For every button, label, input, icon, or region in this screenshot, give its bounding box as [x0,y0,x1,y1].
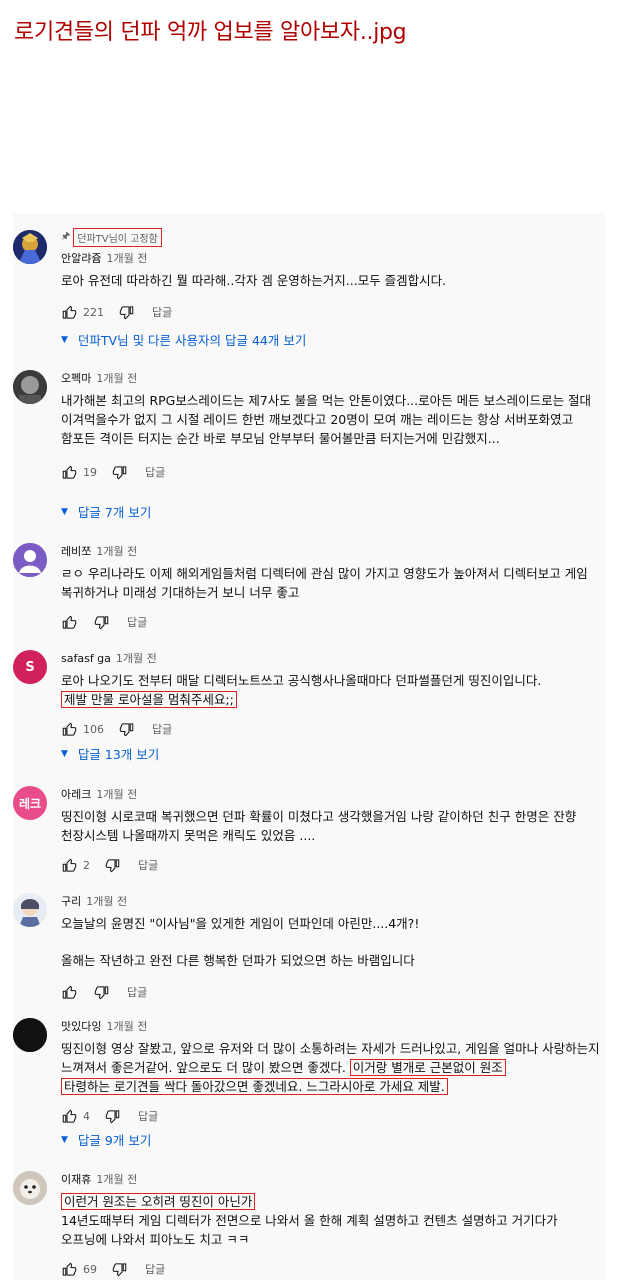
like-count: 4 [83,1109,90,1123]
like-count: 106 [83,722,104,736]
like-icon[interactable] [61,464,77,480]
view-replies-button[interactable]: ▼ 답글 7개 보기 [61,502,151,521]
comment-text: 오늘날의 윤명진 "이사님"을 있게한 게임이 던파인데 아린만....4개?! [61,916,420,931]
avatar[interactable] [13,893,47,927]
like-icon[interactable] [61,614,77,630]
chevron-down-icon: ▼ [61,334,68,345]
comment-text: ㄹㅇ 우리나라도 이제 해외게임들처럼 디렉터에 관심 많이 가지고 영향도가 … [61,566,588,600]
avatar[interactable]: 레크 [13,786,47,820]
like-icon[interactable] [61,857,77,873]
highlighted-text: 이거랑 별개로 근본없이 원조 [349,1059,506,1076]
comment-author[interactable]: 구리 [61,893,81,909]
highlighted-text: 이런거 원조는 오히려 띵진이 아닌가 [61,1193,256,1210]
chevron-down-icon: ▼ [61,1134,68,1145]
view-replies-label: 답글 7개 보기 [77,505,152,520]
dislike-icon[interactable] [93,984,109,1000]
comment-author[interactable]: 맛있다잉 [61,1018,101,1034]
pinned-label: 던파TV님이 고정함 [73,227,162,247]
view-replies-button[interactable]: ▼ 답글 9개 보기 [61,1130,151,1149]
pin-icon: 🖈 [61,230,71,242]
like-icon[interactable] [61,721,77,737]
reply-button[interactable]: 답글 [138,857,158,873]
dislike-icon[interactable] [118,304,134,320]
view-replies-label: 답글 9개 보기 [77,1133,152,1148]
like-count: 2 [83,858,90,872]
comment-time[interactable]: 1개월 전 [96,543,137,559]
avatar[interactable] [13,543,47,577]
reply-button[interactable]: 답글 [152,721,172,737]
comment-time[interactable]: 1개월 전 [106,250,147,266]
highlighted-text: 제발 만물 로아설을 멈춰주세요;; [61,691,237,708]
comment-text: 띵진이형 영상 잘봤고, 앞으로 유저와 더 많이 소통하려는 자세가 드러나있… [61,1041,600,1076]
avatar[interactable] [13,230,47,264]
comment-author[interactable]: 레비쪼 [61,543,91,559]
reply-button[interactable]: 답글 [138,1108,158,1124]
avatar[interactable] [13,370,47,404]
like-icon[interactable] [61,1108,77,1124]
reply-button[interactable]: 답글 [152,304,172,320]
avatar[interactable] [13,1018,47,1052]
like-icon[interactable] [61,984,77,1000]
comment-time[interactable]: 1개월 전 [96,786,137,802]
comments-panel: 🖈 던파TV님이 고정함 안알랴쥼 1개월 전 로아 유전데 따라하긴 뭘 따라… [13,213,606,1280]
comment-author[interactable]: 안알랴쥼 [61,250,101,266]
reply-button[interactable]: 답글 [145,1261,165,1277]
view-replies-label: 던파TV님 및 다른 사용자의 답글 44개 보기 [77,333,307,348]
avatar-letter: S [25,659,35,675]
view-replies-button[interactable]: ▼ 답글 13개 보기 [61,744,159,763]
comment-text: 띵진이형 시로코때 복귀했으면 던파 확률이 미쳤다고 생각했을거임 나랑 같이… [61,809,577,843]
comment-author[interactable]: 아레크 [61,786,91,802]
comment-text: 로아 나오기도 전부터 매달 디렉터노트쓰고 공식행사나올때마다 던파썰플던게 … [61,673,542,688]
comment-author[interactable]: safasf ga [61,652,111,665]
avatar-letter: 레크 [18,796,42,811]
dislike-icon[interactable] [118,721,134,737]
avatar[interactable] [13,1171,47,1205]
reply-button[interactable]: 답글 [127,984,147,1000]
post-title: 로기견들의 던파 억까 업보를 알아보자..jpg [14,20,407,45]
dislike-icon[interactable] [104,857,120,873]
dislike-icon[interactable] [104,1108,120,1124]
comment-time[interactable]: 1개월 전 [86,893,127,909]
dislike-icon[interactable] [111,464,127,480]
comment-time[interactable]: 1개월 전 [96,370,137,386]
comment-text: 14년도때부터 게임 디렉터가 전면으로 나와서 올 한해 계획 설명하고 컨텐… [61,1213,558,1247]
like-icon[interactable] [61,304,77,320]
like-icon[interactable] [61,1261,77,1277]
like-count: 69 [83,1262,97,1276]
highlighted-text-2: 타령하는 로기견들 싹다 돌아갔으면 좋겠네요. 느그라시아로 가세요 제발. [61,1078,448,1095]
like-count: 19 [83,465,97,479]
view-replies-button[interactable]: ▼ 던파TV님 및 다른 사용자의 답글 44개 보기 [61,330,306,349]
comment-text: 내가해본 최고의 RPG보스레이드는 제7사도 불을 먹는 안톤이였다...로아… [61,393,592,446]
pinned-indicator: 🖈 던파TV님이 고정함 [61,227,606,247]
reply-button[interactable]: 답글 [127,614,147,630]
comment-text-2: 올해는 작년하고 완전 다른 행복한 던파가 되었으면 하는 바램입니다 [61,953,415,968]
comment-time[interactable]: 1개월 전 [106,1018,147,1034]
dislike-icon[interactable] [93,614,109,630]
chevron-down-icon: ▼ [61,748,68,759]
dislike-icon[interactable] [111,1261,127,1277]
chevron-down-icon: ▼ [61,506,68,517]
reply-button[interactable]: 답글 [145,464,165,480]
comment-author[interactable]: 이재휴 [61,1171,91,1187]
view-replies-label: 답글 13개 보기 [77,747,160,762]
avatar[interactable]: S [13,650,47,684]
comment-time[interactable]: 1개월 전 [116,650,157,666]
like-count: 221 [83,305,104,319]
comment-time[interactable]: 1개월 전 [96,1171,137,1187]
comment-text: 로아 유전데 따라하긴 뭘 따라해..각자 겜 운영하는거지...모두 즐겜합시… [61,273,447,288]
comment-author[interactable]: 오펙마 [61,370,91,386]
